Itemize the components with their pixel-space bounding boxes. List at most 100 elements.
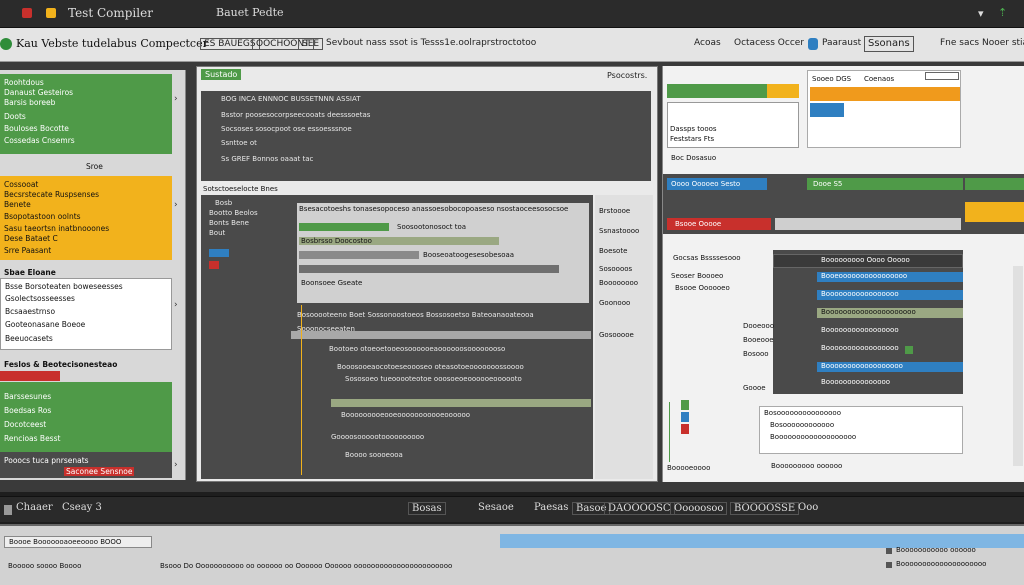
list-row-label: Booooooooooooooooo — [821, 344, 899, 352]
list-item: Booooooooooooooooooo — [770, 433, 857, 441]
top-right-box[interactable]: Sooeo DGS Coenaos — [807, 70, 961, 148]
menu-bar: Kau Vebste tudelabus Compectcer ES BAUEG… — [0, 28, 1024, 62]
grid-row[interactable] — [299, 265, 559, 273]
code-line: Ssnttoe ot — [221, 139, 257, 147]
minimize-icon[interactable]: ▾ — [978, 7, 984, 20]
panel-icon[interactable] — [4, 505, 12, 515]
grid-row-label: Booseoatoogesesobesoaa — [423, 251, 515, 259]
bottom-item-2[interactable]: Sesaoe — [478, 502, 514, 513]
left-section-1[interactable]: Roohtdous Danaust Gesteiros Barsis boree… — [0, 74, 172, 154]
menu-right-3[interactable]: Paaraust — [822, 38, 861, 48]
code-line: BOG INCA ENNNOC BUSSETNNN ASSIAT — [221, 95, 361, 103]
restore-icon[interactable]: ⇡ — [998, 6, 1007, 19]
grid-header: Bsesacotoeshs tonasesopoceso anassoesobo… — [299, 205, 569, 213]
code-line: Sososoeo tueooooteotoe ooosoeoeoooooeooo… — [345, 375, 522, 383]
grid-row[interactable] — [299, 251, 419, 259]
list-row-label: Booooooooooooooooo — [821, 290, 899, 298]
list-item: Sasu taeortsn inatbnooones — [4, 224, 110, 233]
list-item: Roohtdous — [4, 78, 44, 87]
data-grid[interactable]: Oooo Ooooeo Sesto Dooe S5 Bsooe Ooooe — [663, 174, 1024, 234]
status-strip-green[interactable] — [667, 84, 767, 98]
grid-header-label: Dooe S5 — [813, 180, 843, 188]
app-label[interactable]: Kau Vebste tudelabus Compectcer — [16, 37, 208, 50]
editor-panel: Sustado Psocostrs. BOG INCA ENNNOC BUSSE… — [196, 66, 658, 482]
bottom-item-7[interactable]: BOOOOSSE — [730, 502, 800, 515]
top-right-filter[interactable] — [925, 72, 959, 80]
menu-item-4[interactable]: Sevbout nass ssot is Tesss1e.oolraprstro… — [326, 38, 536, 48]
vertical-guide — [301, 305, 302, 475]
code-line: Booosooeaocotoeseoooseo oteasotoeooooooo… — [337, 363, 524, 371]
list-item: Cossedas Cnsemrs — [4, 136, 75, 145]
bottom-item-5[interactable]: DAOOOOSC — [604, 502, 675, 515]
grid-row-label: Bsooe Ooooe — [675, 220, 722, 228]
grid-light — [775, 218, 961, 230]
code-line: Bosooooteeno Boet Sossonoostoeos Bossoso… — [297, 311, 534, 319]
menu-item-3[interactable]: SEE — [298, 38, 324, 50]
editor-tab[interactable]: Sustado — [201, 69, 242, 80]
progress-strip — [291, 331, 591, 339]
chevron-right-icon[interactable]: › — [174, 200, 178, 210]
list-item: Beeuocasets — [5, 334, 53, 343]
list-item: Bootto Beolos — [209, 209, 258, 217]
stack-label: Bosooo — [743, 350, 769, 358]
stack-list[interactable]: Booooooooo Oooo Ooooo Booeoooooooooooooo… — [773, 250, 963, 394]
grid-row[interactable] — [299, 223, 389, 231]
status-row[interactable]: Boooe Booooooaoeeoooo BOOO — [4, 536, 152, 548]
left-section-3[interactable]: Bsse Borsoteaten boweseesses Gsolectsoss… — [0, 278, 172, 350]
chevron-right-icon[interactable]: › — [174, 460, 178, 470]
app-menu-icon[interactable] — [0, 38, 12, 50]
bottom-left-label-2[interactable]: Cseay 3 — [62, 502, 102, 513]
app-icon-2 — [46, 8, 56, 18]
list-item: Pooocs tuca pnrsenats — [4, 456, 89, 465]
stack-label: Goooe — [743, 384, 766, 392]
chevron-right-icon[interactable]: › — [174, 94, 178, 104]
code-line: Goooosoooootoooooooooo — [331, 433, 425, 441]
bottom-item-1[interactable]: Bosas — [408, 502, 446, 515]
list-row-label: Booooooooo Oooo Ooooo — [821, 256, 910, 264]
list-item: Becsrstecate Ruspsenses — [4, 190, 99, 199]
bottom-list[interactable]: Bosooooooooooooooo Bosoooooooooooo Boooo… — [759, 406, 963, 454]
mid-label: Boc Dosasuo — [671, 154, 717, 162]
user-icon[interactable] — [808, 38, 818, 50]
list-item: Srre Paasant — [4, 246, 52, 255]
left-section-2[interactable]: Cossooat Becsrstecate Ruspsenses Benete … — [0, 176, 172, 260]
orange-bar — [810, 87, 960, 101]
code-line: Bootoeo otoeoetooeosoooooeaoooooosoooooo… — [329, 345, 506, 353]
status-dot — [905, 346, 913, 354]
bottom-item-6[interactable]: Ooooosoo — [670, 502, 728, 515]
list-item: Booooooooo oooooo — [771, 462, 843, 470]
menu-right-2[interactable]: Octacess Occer — [734, 38, 804, 48]
status-check-icon — [886, 548, 892, 554]
progress-strip — [331, 399, 591, 407]
left-section-4[interactable]: Barssesunes Boedsas Ros Docotceest Renci… — [0, 382, 172, 452]
left-panel: Roohtdous Danaust Gesteiros Barsis boree… — [0, 70, 186, 480]
list-item: Gsolectsosseesses — [5, 294, 75, 303]
list-item: Danaust Gesteiros — [4, 88, 74, 97]
list-item: Dese Bataet C — [4, 234, 58, 243]
list-item: Bonts Bene — [209, 219, 249, 227]
editor-tab-right[interactable]: Psocostrs. — [607, 71, 647, 80]
code-editor[interactable]: Bosb Bootto Beolos Bonts Bene Bout Bsesa… — [201, 195, 593, 479]
bottom-item-3[interactable]: Paesas — [534, 502, 568, 513]
box-label: Sooeo DGS — [812, 75, 852, 83]
list-row-label: Boooooooooooooooooo — [821, 362, 903, 370]
list-item: Saconee Sensnoe — [64, 467, 135, 476]
scrollbar[interactable] — [1013, 266, 1023, 466]
right-panel: Dassps tooos Feststars Fts Sooeo DGS Coe… — [662, 66, 1024, 482]
grid-far-yellow — [965, 202, 1024, 222]
bottom-left-label[interactable]: Chaaer — [16, 502, 53, 513]
stack-label: Bsooe Oooooeo — [675, 284, 730, 292]
list-item: Benete — [4, 200, 31, 209]
menu-right-1[interactable]: Acoas — [694, 38, 721, 48]
menu-right-5[interactable]: Fne sacs Nooer stiae — [940, 38, 1024, 48]
status-strip-yellow[interactable] — [767, 84, 799, 98]
grid-row-label: Soosootonosoct toa — [397, 223, 467, 231]
left-section-4-b[interactable]: Pooocs tuca pnrsenats Saconee Sensnoe — [0, 452, 172, 478]
info-box[interactable]: Dassps tooos Feststars Fts — [667, 102, 799, 148]
code-line: Bsstor poosesocorpseecooats deesssoetas — [221, 111, 371, 119]
bottom-item-8[interactable]: Ooo — [798, 502, 818, 513]
menu-right-4[interactable]: Ssonans — [864, 36, 914, 52]
list-item: Bsse Borsoteaten boweseesses — [5, 282, 123, 291]
menu-item-1[interactable]: ES BAUEGS — [200, 38, 260, 50]
chevron-right-icon[interactable]: › — [174, 300, 178, 310]
